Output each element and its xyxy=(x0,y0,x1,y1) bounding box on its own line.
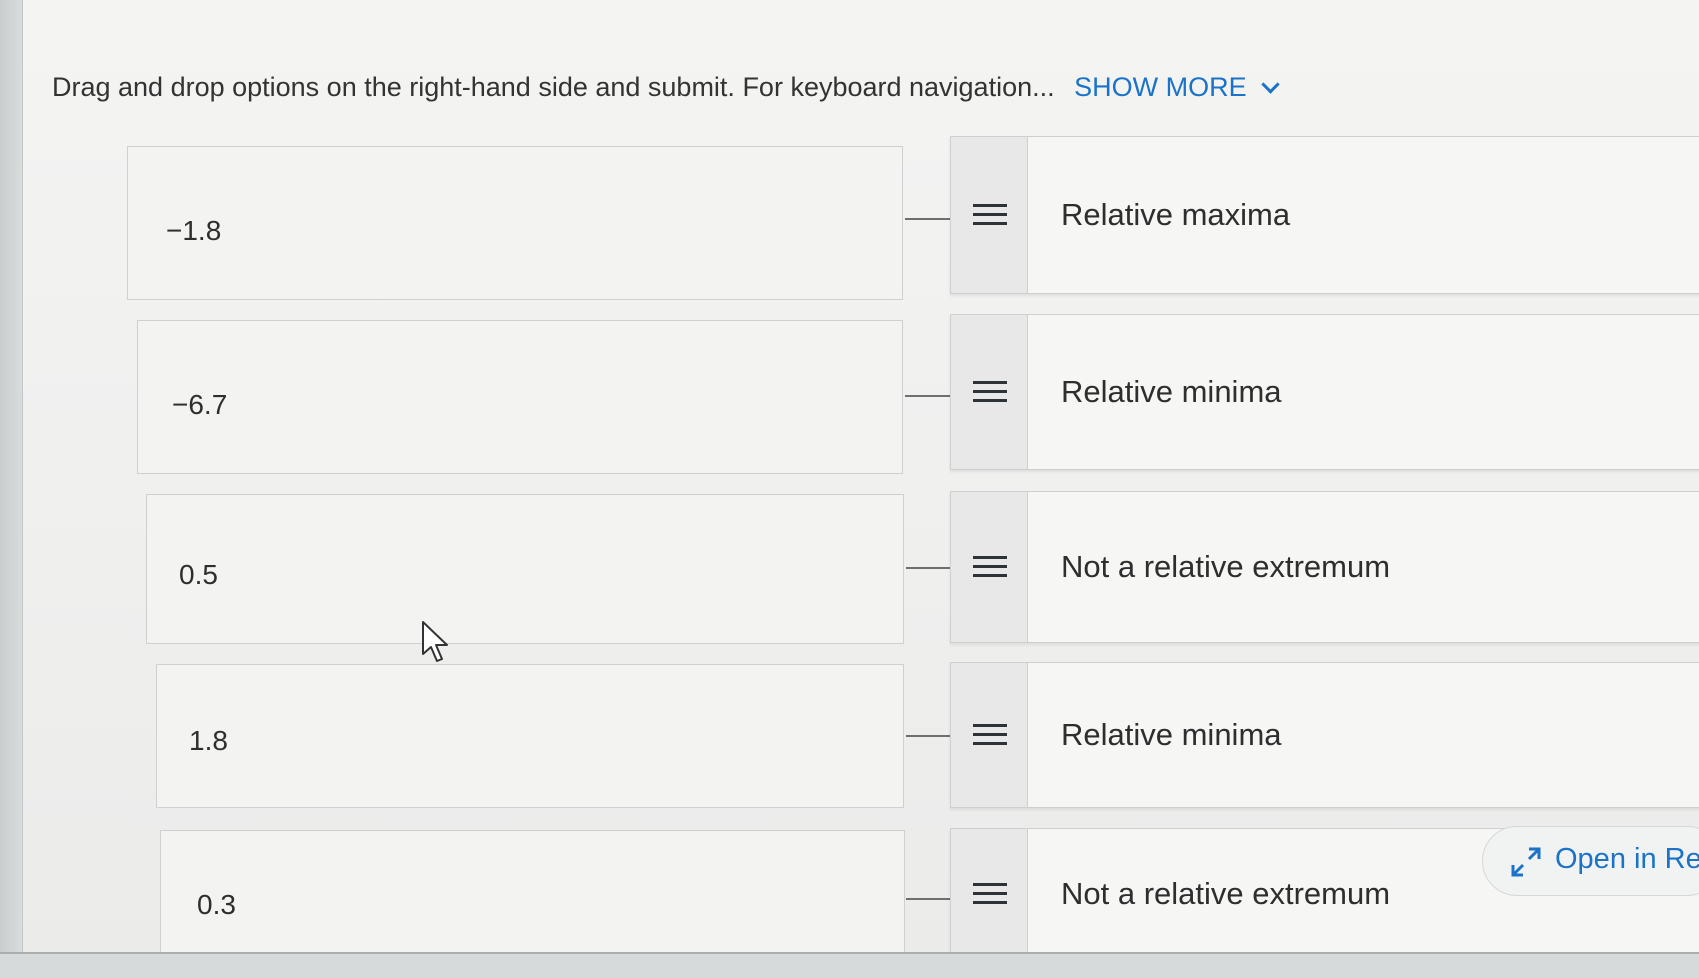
instructions-text: Drag and drop options on the right-hand … xyxy=(52,72,1055,102)
option-label: Not a relative extremum xyxy=(1061,549,1391,584)
drag-handle-icon[interactable] xyxy=(951,663,1028,807)
chevron-down-icon xyxy=(1261,75,1280,94)
mouse-cursor-icon xyxy=(422,621,448,662)
option-label: Relative minima xyxy=(1061,374,1282,409)
bottom-toolbar xyxy=(0,952,1699,978)
value-box-1: −1.8 xyxy=(127,146,903,300)
option-card-1[interactable]: Relative maxima xyxy=(950,136,1699,294)
value-box-5: 0.3 xyxy=(160,830,905,960)
drag-handle-icon[interactable] xyxy=(951,492,1028,642)
option-card-2[interactable]: Relative minima xyxy=(950,314,1699,470)
connector-line xyxy=(905,218,951,220)
open-in-reader-label: Open in Re xyxy=(1555,843,1699,875)
connector-line xyxy=(905,395,951,397)
connector-line xyxy=(906,567,952,569)
expand-arrows-icon xyxy=(1511,847,1541,877)
option-label: Relative minima xyxy=(1061,717,1282,752)
value-label: −6.7 xyxy=(172,389,228,420)
value-box-4: 1.8 xyxy=(156,664,904,808)
option-label: Not a relative extremum xyxy=(1061,876,1391,911)
instructions: Drag and drop options on the right-hand … xyxy=(52,72,1280,103)
open-in-reader-button[interactable]: Open in Re xyxy=(1482,826,1699,896)
drag-handle-icon[interactable] xyxy=(951,315,1028,469)
value-label: −1.8 xyxy=(166,215,222,246)
drag-handle-icon[interactable] xyxy=(951,829,1028,959)
value-label: 0.3 xyxy=(197,889,236,920)
connector-line xyxy=(906,735,952,737)
value-label: 0.5 xyxy=(179,559,218,590)
show-more-label: SHOW MORE xyxy=(1074,72,1247,102)
connector-line xyxy=(906,898,952,900)
drag-handle-icon[interactable] xyxy=(951,137,1028,293)
option-card-3[interactable]: Not a relative extremum xyxy=(950,491,1699,643)
value-box-3: 0.5 xyxy=(146,494,904,644)
value-box-2: −6.7 xyxy=(137,320,903,474)
value-label: 1.8 xyxy=(189,725,228,756)
option-label: Relative maxima xyxy=(1061,197,1291,232)
option-card-4[interactable]: Relative minima xyxy=(950,662,1699,808)
show-more-link[interactable]: SHOW MORE xyxy=(1074,72,1280,102)
